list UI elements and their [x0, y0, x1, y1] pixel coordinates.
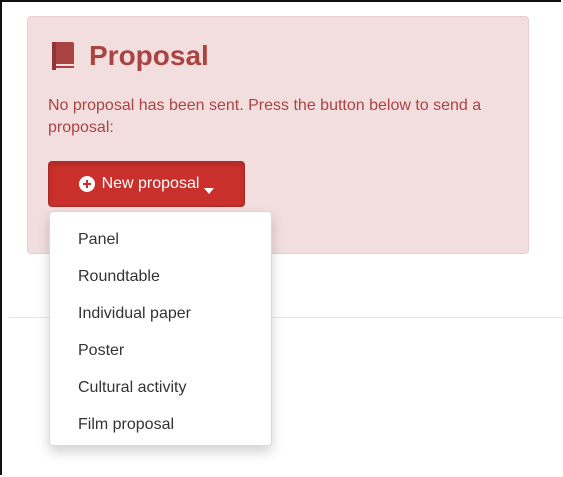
dropdown-item-poster[interactable]: Poster — [50, 333, 271, 370]
dropdown-item-cultural-activity[interactable]: Cultural activity — [50, 370, 271, 407]
proposal-type-dropdown: Panel Roundtable Individual paper Poster… — [49, 211, 272, 446]
dropdown-item-individual-paper[interactable]: Individual paper — [50, 296, 271, 333]
status-message: No proposal has been sent. Press the but… — [48, 97, 482, 136]
book-icon — [48, 41, 78, 71]
alert-heading: Proposal — [48, 41, 209, 71]
dropdown-item-roundtable[interactable]: Roundtable — [50, 259, 271, 296]
new-proposal-label: New proposal — [101, 175, 200, 192]
caret-down-icon — [204, 181, 215, 194]
dropdown-item-panel[interactable]: Panel — [50, 222, 271, 259]
page-title: Proposal — [89, 40, 209, 71]
plus-circle-icon — [78, 176, 95, 192]
new-proposal-button[interactable]: New proposal — [48, 161, 245, 207]
dropdown-item-film-proposal[interactable]: Film proposal — [50, 407, 271, 444]
